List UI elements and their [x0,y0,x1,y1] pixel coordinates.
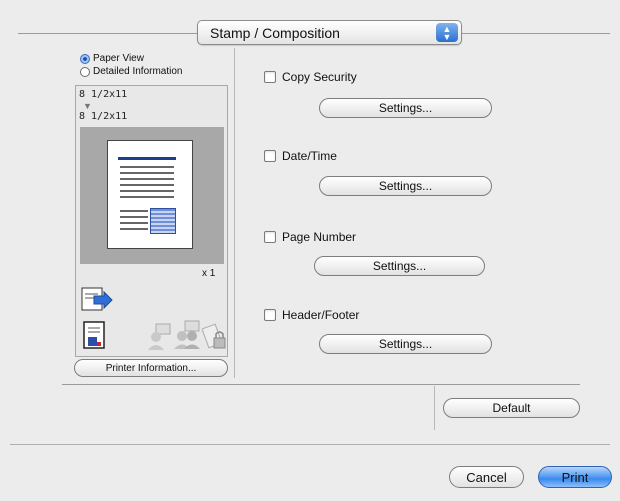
radio-button-icon [80,53,90,64]
account-track-icon [174,320,200,349]
page-image-block [150,208,176,234]
panel-select-label: Stamp / Composition [210,24,340,41]
header-footer-settings-button[interactable]: Settings... [319,334,492,354]
document-icon [83,321,105,349]
page-text-line [120,196,174,198]
option-label: Header/Footer [282,308,360,322]
secure-print-icon [202,323,226,349]
user-auth-icon [148,323,171,350]
cancel-button[interactable]: Cancel [449,466,524,488]
lower-separator [62,384,580,385]
radio-label: Detailed Information [93,66,183,77]
output-size-text: 8 1/2x11 [79,111,128,122]
page-text-line [120,222,148,224]
vertical-divider [234,48,235,378]
page-text-line [120,184,174,186]
checkbox-icon [264,231,276,243]
copy-security-settings-button[interactable]: Settings... [319,98,492,118]
option-page-number[interactable]: Page Number [264,230,356,244]
checkbox-icon [264,309,276,321]
radio-detailed-information[interactable]: Detailed Information [80,66,183,77]
radio-button-icon [80,66,90,77]
page-text-line [120,178,174,180]
lower-divider [434,386,435,430]
page-text-line [120,210,148,212]
option-copy-security[interactable]: Copy Security [264,70,357,84]
bottom-separator [10,444,610,445]
page-text-line [120,172,174,174]
up-down-arrows-icon: ▲ ▼ [436,23,458,42]
checkbox-icon [264,150,276,162]
default-button[interactable]: Default [443,398,580,418]
option-label: Date/Time [282,149,337,163]
option-label: Copy Security [282,70,357,84]
page-text-line [120,166,174,168]
option-date-time[interactable]: Date/Time [264,149,337,163]
page-number-settings-button[interactable]: Settings... [314,256,485,276]
printer-information-button[interactable]: Printer Information... [74,359,228,377]
radio-label: Paper View [93,53,144,64]
print-button[interactable]: Print [538,466,612,488]
panel-select-popup[interactable]: Stamp / Composition ▲ ▼ [197,20,462,45]
option-label: Page Number [282,230,357,244]
output-tray-icon [81,287,113,311]
option-header-footer[interactable]: Header/Footer [264,308,359,322]
page-text-line [120,228,148,230]
page-text-line [120,216,148,218]
date-time-settings-button[interactable]: Settings... [319,176,492,196]
original-size-text: 8 1/2x11 [79,89,128,100]
down-arrow-icon: ▼ [83,101,92,111]
page-header-bar [118,157,176,160]
radio-paper-view[interactable]: Paper View [80,53,144,64]
checkbox-icon [264,71,276,83]
copies-count: x 1 [202,268,216,279]
page-text-line [120,190,174,192]
